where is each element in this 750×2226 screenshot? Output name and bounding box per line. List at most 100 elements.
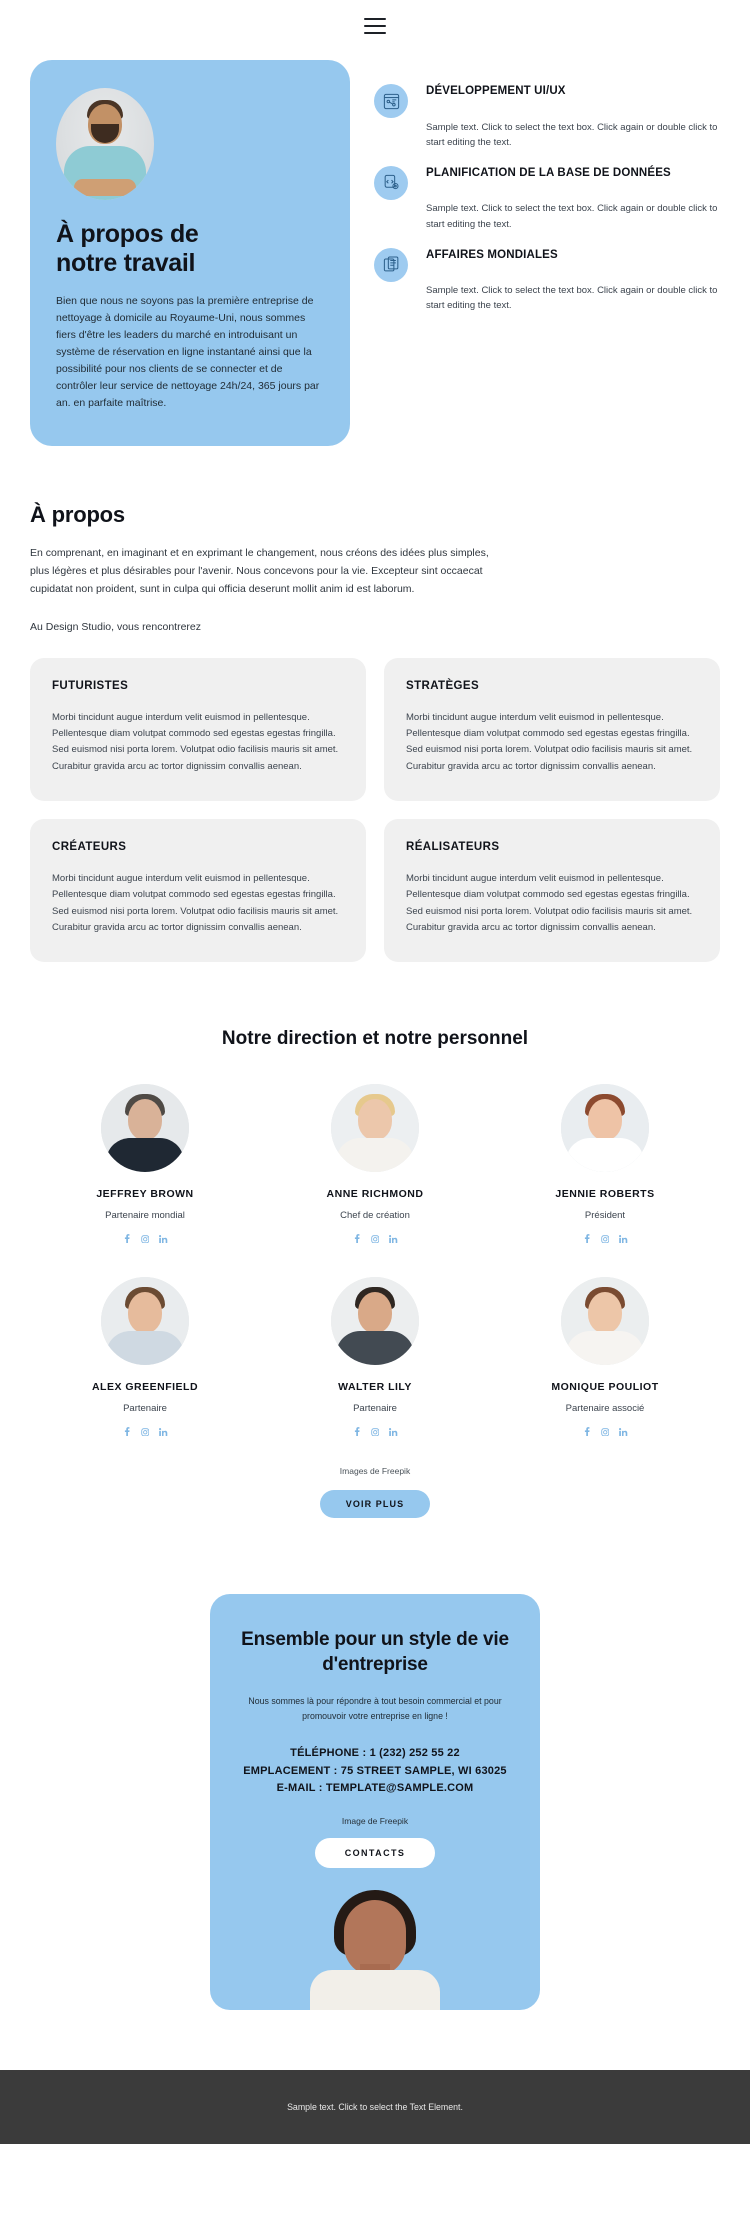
team-member[interactable]: ALEX GREENFIELD Partenaire <box>30 1277 260 1437</box>
about-paragraph: En comprenant, en imaginant et en exprim… <box>30 546 489 595</box>
photo-head <box>588 1099 622 1141</box>
facebook-icon[interactable] <box>353 1234 361 1244</box>
database-code-icon <box>374 165 408 200</box>
member-photo <box>331 1277 419 1366</box>
member-role: Président <box>584 1210 626 1222</box>
photo-head <box>358 1099 392 1141</box>
photo-body <box>106 1331 184 1366</box>
team-member[interactable]: ANNE RICHMOND Chef de création <box>260 1084 490 1244</box>
service-item-database[interactable]: PLANIFICATION DE LA BASE DE DONNÉES Samp… <box>374 164 720 232</box>
site-header <box>0 0 750 52</box>
instagram-icon[interactable] <box>600 1234 610 1244</box>
service-body: PLANIFICATION DE LA BASE DE DONNÉES Samp… <box>426 164 720 232</box>
contacts-button[interactable]: CONTACTS <box>314 1837 436 1868</box>
service-title: PLANIFICATION DE LA BASE DE DONNÉES <box>426 166 671 179</box>
member-name: MONIQUE POULIOT <box>551 1381 659 1394</box>
facebook-icon[interactable] <box>123 1427 131 1437</box>
member-photo <box>331 1084 419 1173</box>
team-heading: Notre direction et notre personnel <box>221 1028 529 1050</box>
page-title: À propos de notre travail <box>56 220 324 279</box>
photo-body <box>106 1138 184 1173</box>
service-body: DÉVELOPPEMENT UI/UX Sample text. Click t… <box>426 82 720 150</box>
value-card[interactable]: FUTURISTES Morbi tincidunt augue interdu… <box>30 657 366 801</box>
member-role: Chef de création <box>340 1210 410 1222</box>
service-item-global-business[interactable]: AFFAIRES MONDIALES Sample text. Click to… <box>374 246 720 314</box>
team-member[interactable]: WALTER LILY Partenaire <box>260 1277 490 1437</box>
instagram-icon[interactable] <box>140 1427 150 1437</box>
member-name: JEFFREY BROWN <box>96 1188 194 1201</box>
more-button-wrap: VOIR PLUS <box>30 1490 720 1519</box>
value-card-title: RÉALISATEURS <box>406 841 500 853</box>
hero-title-line1: À propos de <box>56 220 199 248</box>
services-list: DÉVELOPPEMENT UI/UX Sample text. Click t… <box>374 60 720 328</box>
site-footer: Sample text. Click to select the Text El… <box>0 2069 750 2144</box>
member-photo <box>561 1084 649 1173</box>
linkedin-icon[interactable] <box>159 1234 168 1244</box>
instagram-icon[interactable] <box>600 1427 610 1437</box>
member-role: Partenaire <box>123 1403 167 1415</box>
facebook-icon[interactable] <box>583 1427 591 1437</box>
burger-bar <box>364 24 386 28</box>
photo-head <box>128 1292 162 1334</box>
hamburger-menu-icon[interactable] <box>364 18 386 34</box>
value-card-text: Morbi tincidunt augue interdum velit eui… <box>406 873 693 933</box>
avatar-arms <box>74 179 136 196</box>
facebook-icon[interactable] <box>353 1427 361 1437</box>
service-text: Sample text. Click to select the text bo… <box>426 121 718 148</box>
value-cards-grid: FUTURISTES Morbi tincidunt augue interdu… <box>0 636 750 963</box>
photo-body <box>566 1331 644 1366</box>
hero-section: À propos de notre travail Bien que nous … <box>0 52 750 446</box>
member-role: Partenaire mondial <box>105 1210 185 1222</box>
member-role: Partenaire <box>353 1403 397 1415</box>
cta-heading-line1: Ensemble pour un style de vie <box>241 1629 509 1651</box>
service-item-ui-ux[interactable]: DÉVELOPPEMENT UI/UX Sample text. Click t… <box>374 82 720 150</box>
about-section: À propos En comprenant, en imaginant et … <box>0 446 750 636</box>
linkedin-icon[interactable] <box>619 1427 628 1437</box>
service-body: AFFAIRES MONDIALES Sample text. Click to… <box>426 246 720 314</box>
instagram-icon[interactable] <box>370 1427 380 1437</box>
linkedin-icon[interactable] <box>619 1234 628 1244</box>
cta-sub-line2: votre entreprise en ligne ! <box>348 1710 448 1721</box>
member-photo <box>101 1277 189 1366</box>
cta-card: Ensemble pour un style de vie d'entrepri… <box>210 1594 540 2010</box>
value-card[interactable]: CRÉATEURS Morbi tincidunt augue interdum… <box>30 819 366 963</box>
value-card-title: CRÉATEURS <box>52 841 127 853</box>
member-role: Partenaire associé <box>565 1403 645 1415</box>
value-card-title: STRATÈGES <box>406 679 480 692</box>
value-card[interactable]: STRATÈGES Morbi tincidunt augue interdum… <box>384 657 720 801</box>
page-root: À propos de notre travail Bien que nous … <box>0 0 750 2144</box>
footer-text: Sample text. Click to select the Text El… <box>287 2101 463 2112</box>
photo-body <box>336 1138 414 1173</box>
value-card-text: Morbi tincidunt augue interdum velit eui… <box>52 873 339 933</box>
team-member[interactable]: JEFFREY BROWN Partenaire mondial <box>30 1084 260 1244</box>
service-text: Sample text. Click to select the text bo… <box>426 203 718 230</box>
voir-plus-button[interactable]: VOIR PLUS <box>319 1490 431 1519</box>
instagram-icon[interactable] <box>140 1234 150 1244</box>
photo-body <box>566 1138 644 1173</box>
cta-portrait-photo <box>270 1889 480 2010</box>
service-text: Sample text. Click to select the text bo… <box>426 285 718 312</box>
hero-paragraph: Bien que nous ne soyons pas la première … <box>56 294 320 409</box>
member-name: JENNIE ROBERTS <box>555 1188 655 1201</box>
ui-wireframe-icon <box>374 84 408 118</box>
photo-body <box>336 1331 414 1366</box>
avatar <box>56 88 154 200</box>
cta-heading: Ensemble pour un style de vie d'entrepri… <box>236 1628 514 1677</box>
linkedin-icon[interactable] <box>389 1234 398 1244</box>
facebook-icon[interactable] <box>123 1234 131 1244</box>
about-heading: À propos <box>30 501 125 527</box>
member-name: ANNE RICHMOND <box>326 1188 424 1201</box>
hero-card: À propos de notre travail Bien que nous … <box>30 60 350 446</box>
linkedin-icon[interactable] <box>389 1427 398 1437</box>
team-member[interactable]: JENNIE ROBERTS Président <box>490 1084 720 1244</box>
value-card-text: Morbi tincidunt augue interdum velit eui… <box>52 711 339 772</box>
facebook-icon[interactable] <box>583 1234 591 1244</box>
instagram-icon[interactable] <box>370 1234 380 1244</box>
linkedin-icon[interactable] <box>159 1427 168 1437</box>
cta-subtext: Nous sommes là pour répondre à tout beso… <box>236 1694 514 1723</box>
service-title: DÉVELOPPEMENT UI/UX <box>426 85 566 97</box>
service-title: AFFAIRES MONDIALES <box>426 248 558 261</box>
photo-head <box>128 1099 162 1141</box>
team-member[interactable]: MONIQUE POULIOT Partenaire associé <box>490 1277 720 1437</box>
value-card[interactable]: RÉALISATEURS Morbi tincidunt augue inter… <box>384 819 720 963</box>
